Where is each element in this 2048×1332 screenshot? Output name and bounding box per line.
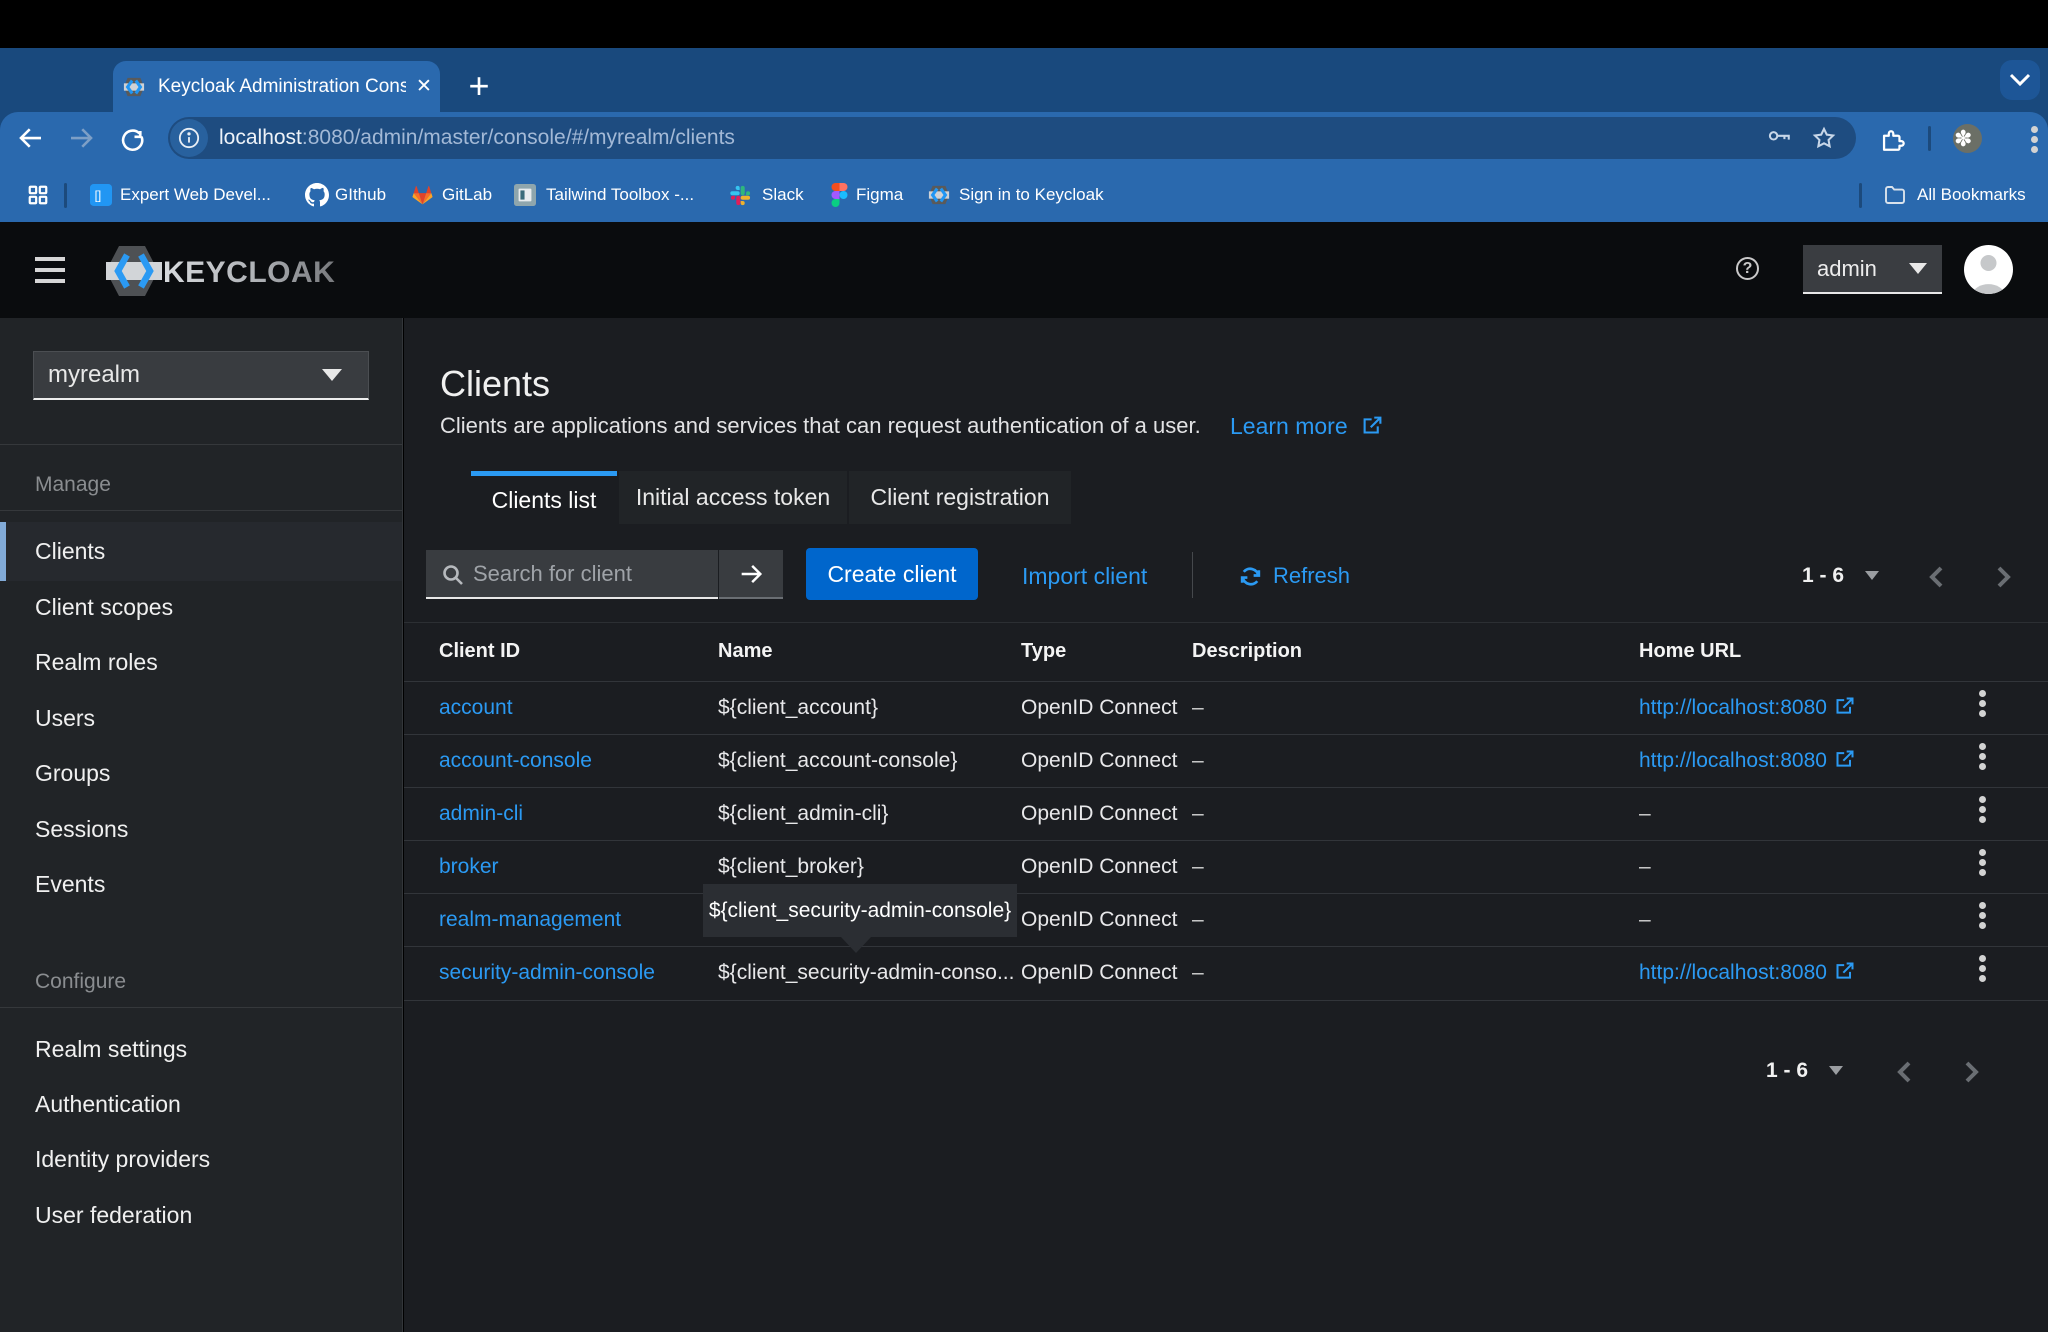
svg-text:[]: []: [95, 189, 102, 203]
svg-text:KEYCLOAK: KEYCLOAK: [163, 256, 335, 289]
